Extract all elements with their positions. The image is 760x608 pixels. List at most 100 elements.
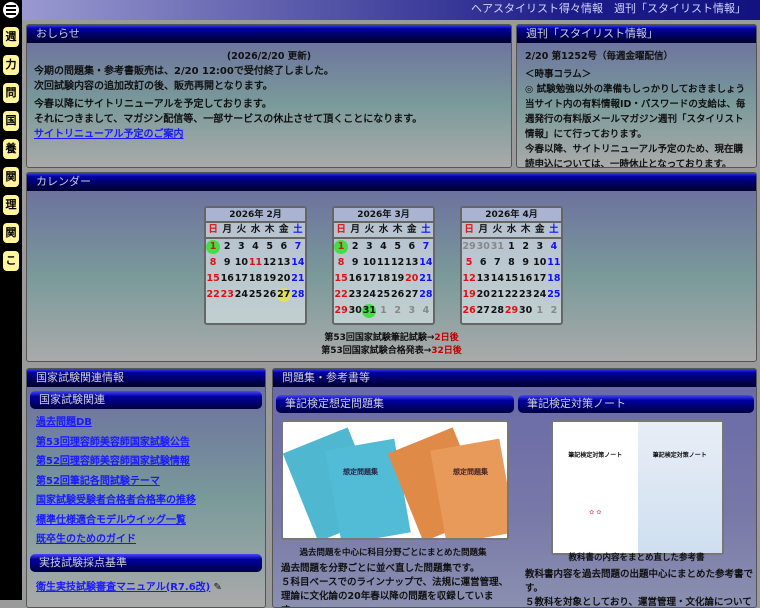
- exam-link[interactable]: 第53回理容師美容師国家試験公告: [36, 437, 190, 448]
- calendar-day: 21: [291, 273, 305, 284]
- weekly-body2: 今春以降、サイトリニューアル予定のため、現在購読申込については、一時休止となって…: [525, 144, 744, 168]
- calendar-day: 12: [462, 273, 476, 284]
- menu-icon[interactable]: [3, 2, 19, 18]
- calendar-day: 11: [547, 257, 561, 268]
- calendar-title: カレンダー: [27, 173, 756, 191]
- calendar-day: 14: [291, 257, 305, 268]
- countdown-written: 第53回国家試験筆記試験→2日後: [324, 333, 459, 343]
- books-title: 問題集・参考書等: [273, 369, 756, 387]
- weekday-label: 日: [336, 224, 346, 235]
- exam-link[interactable]: 既卒生のためのガイド: [36, 534, 136, 545]
- site-header: ヘアスタイリスト得々情報 週刊「スタイリスト情報」: [22, 0, 760, 20]
- calendar-day: 1: [536, 305, 544, 316]
- calendar-day: 9: [522, 257, 529, 268]
- notice-panel: おしらせ (2026/2/20 更新) 今期の問題集・参考書販売は、2/20 1…: [26, 24, 512, 168]
- weekday-label: 日: [464, 224, 474, 235]
- calendar-day: 5: [465, 257, 473, 268]
- weekday-label: 火: [236, 224, 247, 235]
- calendar-day: 3: [536, 241, 544, 252]
- weekday-label: 火: [492, 224, 503, 235]
- sidebar-item[interactable]: 関: [3, 223, 19, 243]
- weekday-label: 水: [506, 224, 517, 235]
- calendar-day: 16: [220, 273, 234, 284]
- calendar-day: 15: [334, 273, 348, 284]
- calendar-day: 28: [419, 289, 433, 300]
- sidebar-item[interactable]: 問: [3, 83, 19, 103]
- calendar-day: 4: [550, 241, 558, 252]
- calendar-day: 21: [419, 273, 433, 284]
- sidebar-item[interactable]: こ: [3, 251, 19, 271]
- book1-caption: 過去問題を中心に科目分野ごとにまとめた問題集: [299, 548, 487, 558]
- calendar-day: 12: [391, 257, 405, 268]
- calendar-day: 18: [547, 273, 561, 284]
- calendar-day: 1: [206, 240, 221, 254]
- side-nav: 週力問国養関理関こ: [0, 0, 22, 600]
- exam-link[interactable]: 標準仕様適合モデルウイッグ一覧: [36, 515, 186, 526]
- sidebar-item[interactable]: 国: [3, 111, 19, 131]
- calendar-day: 2: [351, 241, 359, 252]
- calendar-day: 12: [263, 257, 277, 268]
- calendar-day: 5: [266, 241, 273, 252]
- calendar-day: 19: [462, 289, 476, 300]
- calendar-day: 30: [476, 241, 490, 252]
- pencil-icon: ✎: [210, 581, 222, 593]
- calendar-day: 28: [490, 305, 504, 316]
- calendar-day: 5: [394, 241, 401, 252]
- sidebar-item[interactable]: 力: [3, 55, 19, 75]
- calendar-day: 19: [391, 273, 405, 284]
- calendar-day: 18: [376, 273, 391, 284]
- weekday-label: 金: [407, 224, 417, 235]
- weekday-label: 木: [520, 224, 531, 235]
- weekday-label: 日: [208, 224, 218, 235]
- exam-link[interactable]: 過去問題DB: [36, 417, 92, 428]
- calendar-day: 18: [248, 273, 263, 284]
- sidebar-item[interactable]: 理: [3, 195, 19, 215]
- calendar-day: 29: [504, 305, 519, 316]
- calendar-day: 21: [490, 289, 504, 300]
- exam-link[interactable]: 国家試験受験者合格者合格率の推移: [36, 495, 196, 506]
- calendar-day: 4: [422, 305, 430, 316]
- book1-description: 過去問題を分野ごとに並べ直した問題集です。 ５科目ベースでのラインナップで、法規…: [281, 563, 509, 607]
- calendar-day: 14: [490, 273, 504, 284]
- calendar-day: 17: [533, 273, 547, 284]
- calendar-day: 9: [351, 257, 359, 268]
- calendar-day: 2: [550, 305, 558, 316]
- calendar-day: 20: [476, 289, 490, 300]
- practical-section-header: 実技試験採点基準: [30, 553, 262, 572]
- calendar-day: 8: [209, 257, 217, 268]
- calendar-day: 13: [476, 273, 490, 284]
- calendar-day: 27: [276, 288, 291, 302]
- exam-link[interactable]: 第52回理容師美容師国家試験情報: [36, 456, 190, 467]
- calendar-day: 31: [362, 304, 377, 318]
- calendar-day: 10: [533, 257, 547, 268]
- calendar-day: 24: [533, 289, 547, 300]
- calendar-month-title: 2026年 4月: [462, 208, 561, 223]
- weekday-label: 月: [350, 224, 360, 235]
- weekday-label: 火: [364, 224, 375, 235]
- books-panel: 問題集・参考書等 筆記検定想定問題集 筆記検定対策ノート 想定問題集 想定問題集…: [272, 368, 757, 608]
- calendar-day: 14: [419, 257, 433, 268]
- calendar-day: 22: [504, 289, 519, 300]
- weekday-label: 土: [549, 224, 559, 235]
- weekday-label: 金: [535, 224, 545, 235]
- calendar-day: 7: [494, 257, 501, 268]
- calendar-day: 3: [366, 241, 373, 252]
- calendar-day: 4: [380, 241, 387, 252]
- sidebar-item[interactable]: 養: [3, 139, 19, 159]
- calendar-day: 3: [238, 241, 245, 252]
- renewal-link[interactable]: サイトリニューアル予定のご案内: [34, 129, 184, 140]
- book1-image[interactable]: 想定問題集 想定問題集: [281, 420, 509, 540]
- calendar-day: 2: [522, 241, 529, 252]
- practical-manual-link[interactable]: 衛生実技試験審査マニュアル(R7.6改): [36, 582, 210, 593]
- calendar-panel: カレンダー 第53回国家試験筆記試験→2日後 第53回国家試験合格発表→32日後…: [26, 172, 757, 362]
- weekday-label: 月: [478, 224, 488, 235]
- sidebar-item[interactable]: 週: [3, 27, 19, 47]
- sidebar-item[interactable]: 関: [3, 167, 19, 187]
- calendar-month: 2026年 3月日月火水木金土 1 2 3 4 5 6 7 8 9 10 11 12 13 14 15 16 17…: [332, 206, 435, 325]
- notice-line: 次回試験内容の追加改訂の後、販売再開となります。: [34, 81, 273, 92]
- exam-link[interactable]: 第52回筆記各問試験テーマ: [36, 476, 160, 487]
- notice-line: それにつきまして、マガジン配信等、一部サービスの休止させて頂くことになります。: [34, 114, 423, 125]
- book2-image[interactable]: 筆記検定対策ノート ✿ ✿ 筆記検定対策ノート: [551, 420, 724, 555]
- calendar-day: 19: [263, 273, 277, 284]
- calendar-day: 1: [380, 305, 387, 316]
